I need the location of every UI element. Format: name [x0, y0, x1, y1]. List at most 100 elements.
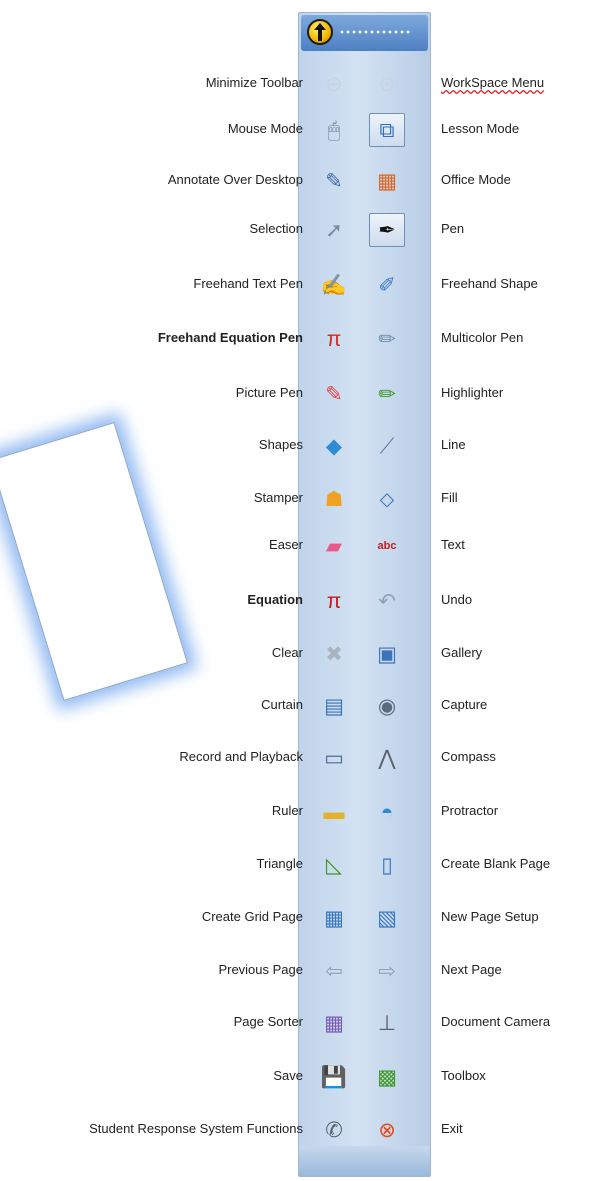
page-setup-icon: ▧: [377, 906, 397, 930]
page-sorter-button[interactable]: ▦: [320, 1009, 348, 1037]
left-tool-label: Curtain: [261, 697, 303, 712]
record-playback-button[interactable]: ▭: [320, 744, 348, 772]
gallery-button[interactable]: ▣: [373, 640, 401, 668]
office-mode-icon: ▦: [377, 169, 397, 193]
line-button[interactable]: ⟋: [373, 432, 401, 460]
document-camera-button[interactable]: ⊥: [373, 1009, 401, 1037]
left-tool-label: Equation: [247, 592, 303, 607]
right-tool-label: Next Page: [441, 962, 502, 977]
capture-camera-icon: ◉: [377, 694, 397, 718]
text-button[interactable]: abc: [373, 532, 401, 560]
left-tool-label: Page Sorter: [233, 1014, 303, 1029]
line-icon: ⟋: [379, 434, 395, 458]
freehand-shape-button[interactable]: ✐: [373, 271, 401, 299]
blank-page-button[interactable]: ▯: [373, 851, 401, 879]
toolbar-row: Save 💾 ▩ Toolbox: [0, 1062, 589, 1092]
clear-button[interactable]: ✖: [320, 640, 348, 668]
compass-button[interactable]: ⋀: [373, 744, 401, 772]
lesson-mode-icon: ⧉: [379, 118, 395, 142]
right-tool-label: WorkSpace Menu: [441, 75, 545, 90]
ruler-icon: ▬: [323, 800, 345, 824]
arrow-left-button[interactable]: ⇦: [320, 957, 348, 985]
clear-icon: ✖: [325, 642, 343, 666]
right-tool-label: Office Mode: [441, 172, 511, 187]
drag-grip-icon[interactable]: [339, 30, 411, 34]
curtain-button[interactable]: ▤: [320, 692, 348, 720]
exit-button[interactable]: ⊗: [373, 1116, 401, 1144]
multicolor-pen-icon: ✏: [378, 327, 396, 351]
eraser-button[interactable]: ▰: [320, 532, 348, 560]
minimize-icon: ⊖: [325, 72, 343, 96]
minimize-button[interactable]: ⊖: [320, 70, 348, 98]
save-disk-button[interactable]: 💾: [320, 1063, 348, 1091]
toolbar-row: Mouse Mode 🖱 ⧉ Lesson Mode: [0, 113, 589, 147]
equation-pen-button[interactable]: π: [320, 325, 348, 353]
fill-bucket-button[interactable]: ⬦: [373, 485, 401, 513]
multicolor-pen-button[interactable]: ✏: [373, 325, 401, 353]
document-camera-icon: ⊥: [377, 1011, 397, 1035]
toolbar-row: Curtain ▤ ◉ Capture: [0, 691, 589, 721]
left-tool-label: Stamper: [253, 490, 303, 505]
toolbar-footer: [299, 1146, 430, 1176]
equation-button[interactable]: π: [320, 587, 348, 615]
toolbox-button[interactable]: ▩: [373, 1063, 401, 1091]
right-tool-label: Compass: [441, 749, 496, 764]
equation-icon: π: [326, 589, 342, 613]
left-tool-label: Clear: [271, 645, 303, 660]
freehand-text-pen-button[interactable]: ✍: [320, 271, 348, 299]
toolbar-row: Student Response System Functions ✆ ⊗ Exit: [0, 1115, 589, 1145]
toolbar-row: Picture Pen ✎ ✏ Highlighter: [0, 379, 589, 409]
grid-page-button[interactable]: ▦: [320, 904, 348, 932]
eraser-icon: ▰: [325, 534, 343, 558]
triangle-button[interactable]: ◺: [320, 851, 348, 879]
capture-camera-button[interactable]: ◉: [373, 692, 401, 720]
ruler-button[interactable]: ▬: [320, 798, 348, 826]
page-setup-button[interactable]: ▧: [373, 904, 401, 932]
toolbar-titlebar[interactable]: [301, 15, 428, 51]
arrow-right-button[interactable]: ⇨: [373, 957, 401, 985]
undo-button[interactable]: ↶: [373, 587, 401, 615]
pen-button[interactable]: ✒: [369, 213, 405, 247]
toolbar-row: Previous Page ⇦ ⇨ Next Page: [0, 956, 589, 986]
right-tool-label: Undo: [441, 592, 473, 607]
office-mode-button[interactable]: ▦: [373, 167, 401, 195]
right-tool-label: Document Camera: [441, 1014, 551, 1029]
grid-page-icon: ▦: [324, 906, 344, 930]
right-tool-label: Highlighter: [441, 385, 504, 400]
right-tool-label: Protractor: [441, 803, 499, 818]
protractor-button[interactable]: ◓: [373, 798, 401, 826]
response-system-button[interactable]: ✆: [320, 1116, 348, 1144]
curtain-icon: ▤: [324, 694, 344, 718]
record-playback-icon: ▭: [324, 746, 344, 770]
left-tool-label: Triangle: [256, 856, 303, 871]
selection-arrow-button[interactable]: ➚: [320, 216, 348, 244]
mouse-button[interactable]: 🖱: [320, 116, 348, 144]
right-tool-label: Toolbox: [441, 1068, 486, 1083]
selection-arrow-icon: ➚: [325, 218, 343, 242]
toolbar-row: Annotate Over Desktop ✎ ▦ Office Mode: [0, 166, 589, 196]
left-tool-label: Previous Page: [218, 962, 303, 977]
response-system-icon: ✆: [325, 1118, 343, 1142]
stamper-button[interactable]: ☗: [320, 485, 348, 513]
lesson-mode-button[interactable]: ⧉: [369, 113, 405, 147]
blank-page-icon: ▯: [381, 853, 393, 877]
picture-pen-button[interactable]: ✎: [320, 380, 348, 408]
toolbar-row: Clear ✖ ▣ Gallery: [0, 639, 589, 669]
app-logo-icon: [307, 19, 333, 45]
mouse-icon: 🖱: [327, 118, 341, 142]
toolbar-row: Equation π ↶ Undo: [0, 586, 589, 616]
left-tool-label: Selection: [249, 221, 303, 236]
workspace-menu-button[interactable]: ⊙: [373, 70, 401, 98]
annotate-desktop-button[interactable]: ✎: [320, 167, 348, 195]
highlighter-button[interactable]: ✏: [373, 380, 401, 408]
arrow-left-icon: ⇦: [325, 959, 343, 983]
highlighter-icon: ✏: [378, 382, 396, 406]
left-tool-label: Student Response System Functions: [89, 1121, 303, 1136]
toolbar-row: Ruler ▬ ◓ Protractor: [0, 797, 589, 827]
stamper-icon: ☗: [324, 487, 344, 511]
toolbox-icon: ▩: [377, 1065, 397, 1089]
toolbar-row: Shapes ◆ ⟋ Line: [0, 431, 589, 461]
left-tool-label: Mouse Mode: [227, 121, 303, 136]
shapes-button[interactable]: ◆: [320, 432, 348, 460]
left-tool-label: Create Grid Page: [201, 909, 303, 924]
